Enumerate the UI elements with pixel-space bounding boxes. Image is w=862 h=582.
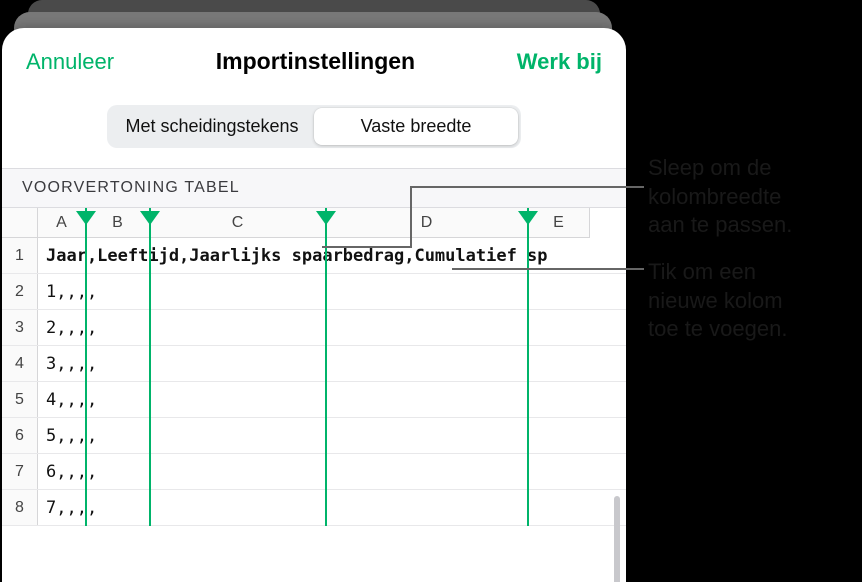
segment-fixed-width[interactable]: Vaste breedte: [314, 108, 518, 145]
import-type-segmented[interactable]: Met scheidingstekens Vaste breedte: [107, 105, 521, 148]
column-divider-handle-icon[interactable]: [140, 211, 160, 225]
import-settings-sheet: Annuleer Importinstellingen Werk bij Met…: [2, 28, 626, 582]
row-number[interactable]: 4: [2, 346, 38, 381]
table-row[interactable]: 76,,,,: [2, 454, 626, 490]
table-preview-label: VOORVERTONING TABEL: [2, 168, 626, 208]
row-number[interactable]: 3: [2, 310, 38, 345]
segment-delimited[interactable]: Met scheidingstekens: [110, 108, 314, 145]
column-divider-handle-icon[interactable]: [518, 211, 538, 225]
table-row[interactable]: 21,,,,: [2, 274, 626, 310]
update-button[interactable]: Werk bij: [517, 49, 602, 75]
callout-connector: [452, 268, 644, 270]
callout-connector: [410, 186, 644, 188]
row-content[interactable]: 7,,,,: [38, 490, 626, 525]
table-row[interactable]: 43,,,,: [2, 346, 626, 382]
corner-cell: [2, 208, 38, 238]
sheet-title: Importinstellingen: [216, 48, 415, 75]
row-content[interactable]: 3,,,,: [38, 346, 626, 381]
row-content[interactable]: 5,,,,: [38, 418, 626, 453]
row-number[interactable]: 6: [2, 418, 38, 453]
cancel-button[interactable]: Annuleer: [26, 49, 114, 75]
row-number[interactable]: 5: [2, 382, 38, 417]
table-row[interactable]: 32,,,,: [2, 310, 626, 346]
callout-connector: [322, 246, 412, 248]
column-divider-handle-icon[interactable]: [76, 211, 96, 225]
callout-drag-width: Sleep om de kolombreedte aan te passen.: [648, 154, 792, 240]
column-header-c[interactable]: C: [150, 208, 326, 238]
column-divider-handle-icon[interactable]: [316, 211, 336, 225]
row-number[interactable]: 8: [2, 490, 38, 525]
table-preview[interactable]: A B C D E 1Jaar,Leeftijd,Jaarlijks spaar…: [2, 208, 626, 526]
row-content[interactable]: 1,,,,: [38, 274, 626, 309]
row-number[interactable]: 2: [2, 274, 38, 309]
callout-connector: [410, 186, 412, 248]
table-row[interactable]: 87,,,,: [2, 490, 626, 526]
row-content[interactable]: 6,,,,: [38, 454, 626, 489]
row-number[interactable]: 7: [2, 454, 38, 489]
row-content[interactable]: 2,,,,: [38, 310, 626, 345]
row-content[interactable]: 4,,,,: [38, 382, 626, 417]
vertical-scrollbar[interactable]: [614, 496, 620, 582]
sheet-header: Annuleer Importinstellingen Werk bij: [2, 28, 626, 87]
table-row[interactable]: 65,,,,: [2, 418, 626, 454]
callout-tap-add-column: Tik om een nieuwe kolom toe te voegen.: [648, 258, 787, 344]
column-header-d[interactable]: D: [326, 208, 528, 238]
row-number[interactable]: 1: [2, 238, 38, 273]
table-row[interactable]: 54,,,,: [2, 382, 626, 418]
